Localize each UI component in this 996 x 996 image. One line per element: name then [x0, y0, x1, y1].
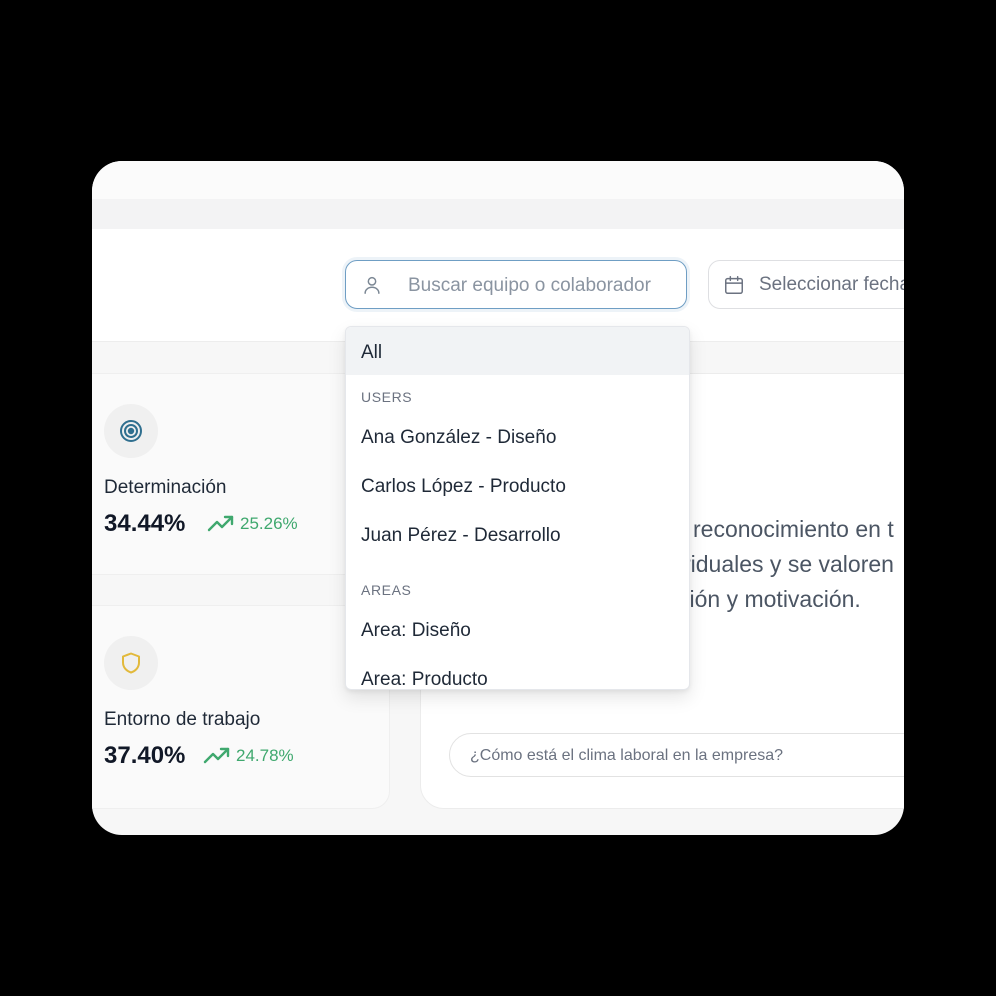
option-label: All [361, 342, 383, 363]
search-dropdown: All USERS Ana González - Diseño Carlos L… [345, 326, 690, 690]
top-strip [92, 161, 904, 200]
chat-field[interactable] [449, 733, 904, 777]
card-value: 37.40% [104, 742, 186, 769]
dropdown-option-all[interactable]: All [346, 327, 689, 375]
date-picker[interactable]: Seleccionar fecha [708, 260, 904, 309]
trending-up-icon [203, 747, 230, 764]
search-input[interactable] [406, 271, 680, 301]
card-delta: 24.78% [236, 746, 294, 765]
dropdown-option-user[interactable]: Juan Pérez - Desarrollo [346, 513, 689, 557]
trending-up-icon [207, 515, 234, 532]
shield-icon [122, 652, 140, 674]
dropdown-option-area[interactable]: Area: Producto [346, 657, 689, 690]
icon-badge [104, 404, 158, 458]
app-window: Seleccionar fecha Determinación 34.44% 2… [92, 161, 904, 835]
dropdown-option-user[interactable]: Carlos López - Producto [346, 464, 689, 508]
icon-badge [104, 636, 158, 690]
user-icon [364, 276, 380, 294]
dropdown-option-area[interactable]: Area: Diseño [346, 608, 689, 652]
option-label: Carlos López - Producto [361, 476, 566, 497]
chat-input[interactable] [468, 744, 904, 768]
option-label: Area: Producto [361, 669, 488, 690]
dropdown-option-user[interactable]: Ana González - Diseño [346, 415, 689, 459]
card-delta: 25.26% [240, 514, 298, 533]
card-title: Entorno de trabajo [104, 709, 261, 730]
option-label: Area: Diseño [361, 620, 471, 641]
group-heading-areas: AREAS [361, 582, 412, 598]
card-value: 34.44% [104, 510, 186, 537]
option-label: Ana González - Diseño [361, 427, 557, 448]
date-picker-label: Seleccionar fecha [759, 274, 904, 295]
group-heading-users: USERS [361, 389, 413, 405]
calendar-icon [725, 276, 743, 294]
option-label: Juan Pérez - Desarrollo [361, 525, 561, 546]
search-field[interactable] [345, 260, 687, 309]
toolbar-band [92, 199, 904, 229]
card-title: Determinación [104, 477, 227, 498]
target-icon [120, 420, 142, 442]
